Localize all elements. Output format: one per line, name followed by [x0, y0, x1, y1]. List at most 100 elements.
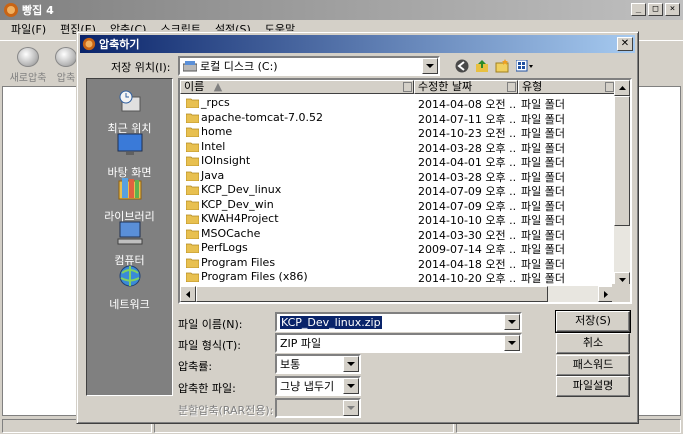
split-archive-select — [275, 398, 361, 418]
folder-icon — [186, 229, 199, 239]
save-button[interactable]: 저장(S) — [555, 310, 631, 333]
save-location-combo[interactable]: 로컬 디스크 (C:) — [178, 56, 440, 76]
folder-icon — [186, 185, 199, 195]
network-icon — [119, 265, 140, 287]
folder-icon — [186, 127, 199, 137]
file-list[interactable]: 이름 ▲ 수정한 날짜 유형 _rpcs 2014-04-08 오전 ... 파일 … — [178, 78, 632, 304]
file-row[interactable]: MSOCache 2014-03-30 오전 ... 파일 폴더 — [180, 227, 616, 242]
compress-button[interactable]: 압축 — [54, 47, 78, 84]
horizontal-scroll-thumb[interactable] — [196, 286, 548, 302]
minimize-button[interactable]: _ — [631, 3, 646, 16]
column-header-type[interactable]: 유형 — [518, 80, 616, 94]
scrollbar-corner — [612, 284, 630, 302]
filetype-select[interactable]: ZIP 파일 — [275, 333, 522, 353]
file-row[interactable]: KCP_Dev_linux 2014-07-09 오후 ... 파일 폴더 — [180, 183, 616, 198]
save-location-value: 로컬 디스크 (C:) — [200, 60, 278, 73]
app-logo-icon — [4, 3, 18, 17]
scroll-left-button[interactable] — [180, 286, 196, 302]
folder-icon — [186, 272, 199, 282]
save-location-label: 저장 위치(I): — [111, 61, 171, 74]
menu-file[interactable]: 파일(F) — [4, 21, 53, 37]
cancel-button[interactable]: 취소 — [556, 333, 630, 354]
place-recent[interactable]: 최근 위치 — [87, 87, 172, 136]
file-name: Program Files — [201, 255, 276, 269]
file-row[interactable]: apache-tomcat-7.0.52 2014-07-11 오후 ... 파일 … — [180, 111, 616, 126]
file-row[interactable]: Java 2014-03-28 오후 ... 파일 폴더 — [180, 169, 616, 184]
filename-value: KCP_Dev_linux.zip — [279, 314, 383, 330]
column-date-filter-icon[interactable] — [507, 82, 516, 92]
file-name: _rpcs — [201, 96, 230, 109]
file-row[interactable]: KWAH4Project 2014-10-10 오후 ... 파일 폴더 — [180, 212, 616, 227]
compression-level-label: 압축률: — [178, 360, 213, 373]
filetype-dropdown-arrow[interactable] — [504, 335, 520, 351]
file-name: Java — [201, 168, 225, 182]
archived-file-dropdown-arrow[interactable] — [343, 378, 359, 394]
dialog-app-icon — [82, 37, 96, 51]
split-archive-label: 분할압축(RAR전용): — [178, 404, 274, 417]
maximize-button[interactable]: □ — [648, 3, 663, 16]
close-button[interactable]: × — [665, 3, 680, 16]
folder-icon — [186, 98, 199, 108]
place-network-label: 네트워크 — [109, 298, 150, 311]
back-icon[interactable] — [454, 58, 470, 74]
filename-input[interactable]: KCP_Dev_linux.zip — [275, 312, 522, 332]
file-row[interactable]: PerfLogs 2009-07-14 오후 ... 파일 폴더 — [180, 241, 616, 256]
new-archive-label: 새로압축 — [9, 73, 47, 84]
new-archive-button[interactable]: 새로압축 — [6, 47, 50, 84]
file-name: apache-tomcat-7.0.52 — [201, 110, 324, 124]
save-location-dropdown-arrow[interactable] — [422, 58, 438, 74]
compress-dialog: 압축하기 ✕ 저장 위치(I): 로컬 디스크 (C:) 최근 위치 바탕 화면 — [76, 31, 639, 424]
desktop-icon — [117, 133, 142, 155]
folder-icon — [186, 156, 199, 166]
file-row[interactable]: home 2014-10-23 오전 ... 파일 폴더 — [180, 125, 616, 140]
compression-level-dropdown-arrow[interactable] — [343, 356, 359, 372]
column-name-filter-icon[interactable] — [403, 82, 412, 92]
dialog-close-button[interactable]: ✕ — [617, 37, 633, 51]
main-title-bar: 빵집 4 _ □ × — [0, 0, 683, 20]
vertical-scroll-thumb[interactable] — [614, 96, 630, 226]
computer-icon — [117, 221, 142, 245]
file-description-button[interactable]: 파일설명 — [556, 376, 630, 397]
file-name: MSOCache — [201, 226, 261, 240]
file-row[interactable]: KCP_Dev_win 2014-07-09 오후 ... 파일 폴더 — [180, 198, 616, 213]
horizontal-scrollbar[interactable] — [180, 286, 614, 302]
file-name: PerfLogs — [201, 241, 248, 254]
sort-ascending-icon: ▲ — [213, 80, 223, 93]
folder-icon — [186, 258, 199, 268]
archived-file-label: 압축한 파일: — [178, 382, 236, 395]
filetype-value: ZIP 파일 — [280, 337, 322, 350]
column-type-label: 유형 — [522, 80, 543, 93]
folder-icon — [186, 113, 199, 123]
folder-icon — [186, 171, 199, 181]
split-archive-dropdown-arrow — [343, 400, 359, 416]
archived-file-select[interactable]: 그냥 냅두기 — [275, 376, 361, 396]
file-row[interactable]: IOInsight 2014-04-01 오후 ... 파일 폴더 — [180, 154, 616, 169]
up-folder-icon[interactable] — [474, 58, 490, 74]
column-header-date[interactable]: 수정한 날짜 — [414, 80, 518, 94]
file-row[interactable]: _rpcs 2014-04-08 오전 ... 파일 폴더 — [180, 96, 616, 111]
column-date-label: 수정한 날짜 — [418, 80, 473, 93]
file-name: Intel — [201, 139, 226, 153]
view-menu-icon[interactable] — [515, 58, 535, 74]
dialog-title-bar: 압축하기 ✕ — [80, 35, 635, 53]
filename-label: 파일 이름(N): — [178, 318, 243, 331]
scroll-up-button[interactable] — [614, 80, 630, 96]
place-network[interactable]: 네트워크 — [87, 263, 172, 312]
password-button[interactable]: 패스워드 — [556, 355, 630, 376]
filename-dropdown-arrow[interactable] — [504, 314, 520, 330]
recent-places-icon — [119, 90, 140, 112]
place-computer[interactable]: 컴퓨터 — [87, 219, 172, 268]
file-row[interactable]: Program Files (x86) 2014-10-20 오후 ... 파일 폴… — [180, 270, 616, 285]
file-row[interactable]: Intel 2014-03-28 오후 ... 파일 폴더 — [180, 140, 616, 155]
file-name: KWAH4Project — [201, 212, 279, 225]
file-row[interactable]: Program Files 2014-04-18 오전 ... 파일 폴더 — [180, 256, 616, 271]
filetype-label: 파일 형식(T): — [178, 339, 241, 352]
place-libraries[interactable]: 라이브러리 — [87, 175, 172, 224]
local-disk-icon — [183, 61, 197, 72]
compression-level-select[interactable]: 보통 — [275, 354, 361, 374]
place-desktop[interactable]: 바탕 화면 — [87, 131, 172, 180]
column-header-name[interactable]: 이름 ▲ — [180, 80, 414, 94]
new-folder-icon[interactable] — [494, 58, 510, 74]
column-type-filter-icon[interactable] — [605, 82, 614, 92]
vertical-scrollbar[interactable] — [614, 80, 630, 288]
